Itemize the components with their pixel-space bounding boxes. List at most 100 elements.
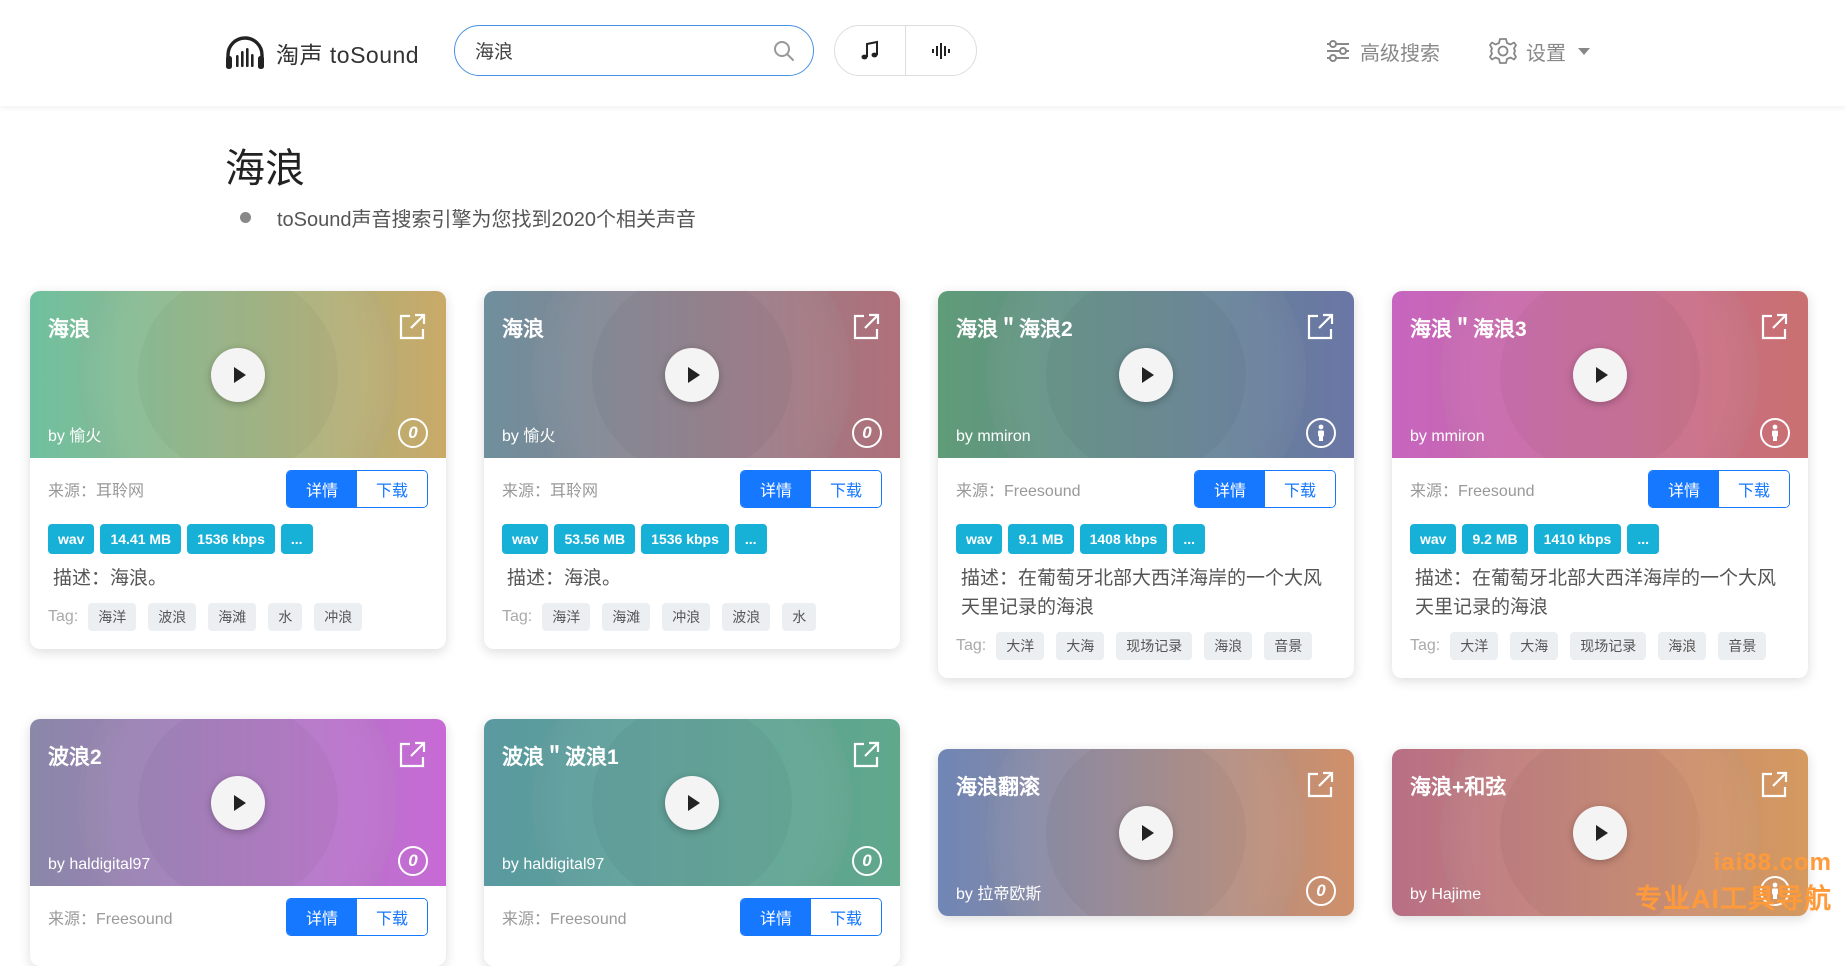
card-source: 来源：Freesound: [502, 905, 627, 929]
external-link-icon[interactable]: [850, 311, 882, 343]
top-bar: 淘声 toSound: [0, 0, 1846, 106]
play-button[interactable]: [211, 348, 265, 402]
external-link-icon[interactable]: [1758, 769, 1790, 801]
source-row: 来源：Freesound 详情下载: [956, 458, 1336, 520]
play-icon: [1142, 825, 1154, 841]
detail-button[interactable]: 详情: [1195, 471, 1265, 507]
card-banner: 海浪＂海浪3 by mmiron: [1392, 291, 1808, 458]
download-button[interactable]: 下载: [357, 899, 427, 935]
more-badge[interactable]: ...: [1173, 524, 1205, 554]
search-icon[interactable]: [771, 38, 797, 64]
play-button[interactable]: [1119, 806, 1173, 860]
advanced-search-label: 高级搜索: [1360, 37, 1440, 66]
external-link-icon[interactable]: [1304, 311, 1336, 343]
source-row: 来源：耳聆网详情下载: [48, 458, 428, 520]
tag-chip[interactable]: 音景: [1718, 632, 1766, 660]
tag-chip[interactable]: 海滩: [208, 603, 256, 631]
tag-chip[interactable]: 冲浪: [314, 603, 362, 631]
download-button[interactable]: 下载: [357, 471, 427, 507]
play-button[interactable]: [1119, 348, 1173, 402]
tag-chip[interactable]: 海浪: [1204, 632, 1252, 660]
external-link-icon[interactable]: [1758, 311, 1790, 343]
format-badge: wav: [956, 524, 1002, 554]
search-input[interactable]: [475, 40, 771, 62]
search-mode-switch: [834, 25, 977, 76]
tag-chip[interactable]: 海洋: [542, 603, 590, 631]
more-badge[interactable]: ...: [1627, 524, 1659, 554]
cc-zero-icon: 0: [398, 846, 428, 876]
tag-row: Tag: 海洋波浪海滩水冲浪: [48, 603, 428, 631]
play-button[interactable]: [665, 348, 719, 402]
format-badge: wav: [1410, 524, 1456, 554]
tag-chip[interactable]: 大海: [1056, 632, 1104, 660]
size-badge: 9.1 MB: [1008, 524, 1073, 554]
card-title: 波浪2: [48, 741, 102, 771]
advanced-search-link[interactable]: 高级搜索: [1324, 33, 1440, 69]
detail-button[interactable]: 详情: [287, 899, 357, 935]
tag-chip[interactable]: 波浪: [148, 603, 196, 631]
tag-chip[interactable]: 大洋: [996, 632, 1044, 660]
card-author: by haldigital97: [502, 856, 604, 874]
external-link-icon[interactable]: [396, 311, 428, 343]
card-source: 来源：耳聆网: [502, 477, 598, 501]
tag-chip[interactable]: 海浪: [1658, 632, 1706, 660]
card-title: 海浪: [502, 313, 544, 343]
tag-chip[interactable]: 水: [268, 603, 302, 631]
detail-button[interactable]: 详情: [741, 899, 811, 935]
tag-chip[interactable]: 冲浪: [662, 603, 710, 631]
settings-dropdown[interactable]: 设置: [1488, 33, 1590, 69]
tag-chip[interactable]: 现场记录: [1570, 632, 1646, 660]
action-buttons: 详情下载: [740, 898, 882, 936]
logo[interactable]: 淘声 toSound: [224, 33, 419, 73]
sound-card: 海浪by 愉火0来源：耳聆网详情下载wav53.56 MB1536 kbps..…: [484, 291, 900, 649]
source-prefix: 来源：: [48, 483, 96, 500]
bitrate-badge: 1536 kbps: [187, 524, 275, 554]
play-button[interactable]: [665, 776, 719, 830]
download-button[interactable]: 下载: [1719, 471, 1789, 507]
detail-button[interactable]: 详情: [741, 471, 811, 507]
download-button[interactable]: 下载: [1265, 471, 1335, 507]
result-summary: toSound声音搜索引擎为您找到2020个相关声音: [240, 203, 696, 232]
more-badge[interactable]: ...: [735, 524, 767, 554]
external-link-icon[interactable]: [850, 739, 882, 771]
card-title: 海浪翻滚: [956, 771, 1040, 801]
cc-by-icon: [1760, 418, 1790, 448]
card-author: by mmiron: [956, 428, 1031, 446]
card-author: by mmiron: [1410, 428, 1485, 446]
cc-zero-icon: 0: [852, 418, 882, 448]
music-mode-button[interactable]: [835, 26, 905, 75]
download-button[interactable]: 下载: [811, 471, 881, 507]
tag-chip[interactable]: 音景: [1264, 632, 1312, 660]
play-button[interactable]: [1573, 348, 1627, 402]
tag-chip[interactable]: 海滩: [602, 603, 650, 631]
card-body: 来源：耳聆网详情下载wav53.56 MB1536 kbps...描述：海浪。T…: [484, 458, 900, 649]
tag-chip[interactable]: 大海: [1510, 632, 1558, 660]
tag-chip[interactable]: 水: [782, 603, 816, 631]
card-author: by 拉帝欧斯: [956, 880, 1041, 904]
result-count-text: toSound声音搜索引擎为您找到2020个相关声音: [277, 203, 696, 232]
tag-label: Tag:: [502, 608, 532, 626]
play-button[interactable]: [1573, 806, 1627, 860]
tag-chip[interactable]: 海洋: [88, 603, 136, 631]
tag-chip[interactable]: 大洋: [1450, 632, 1498, 660]
tag-row: Tag: 海洋海滩冲浪波浪水: [502, 603, 882, 631]
play-icon: [1142, 367, 1154, 383]
detail-button[interactable]: 详情: [1649, 471, 1719, 507]
external-link-icon[interactable]: [1304, 769, 1336, 801]
more-badge[interactable]: ...: [281, 524, 313, 554]
action-buttons: 详情下载: [1194, 470, 1336, 508]
source-row: 来源：耳聆网 详情下载: [502, 458, 882, 520]
tag-chip[interactable]: 波浪: [722, 603, 770, 631]
play-button[interactable]: [211, 776, 265, 830]
gear-icon: [1488, 36, 1518, 66]
external-link-icon[interactable]: [396, 739, 428, 771]
card-title: 海浪＂海浪3: [1410, 313, 1527, 343]
card-body: 来源：耳聆网详情下载wav14.41 MB1536 kbps...描述：海浪。T…: [30, 458, 446, 649]
tag-label: Tag:: [48, 608, 78, 626]
download-button[interactable]: 下载: [811, 899, 881, 935]
detail-button[interactable]: 详情: [287, 471, 357, 507]
card-source: 来源：Freesound: [956, 477, 1081, 501]
tag-chip[interactable]: 现场记录: [1116, 632, 1192, 660]
cc-zero-icon: 0: [852, 846, 882, 876]
sound-mode-button[interactable]: [905, 26, 976, 75]
